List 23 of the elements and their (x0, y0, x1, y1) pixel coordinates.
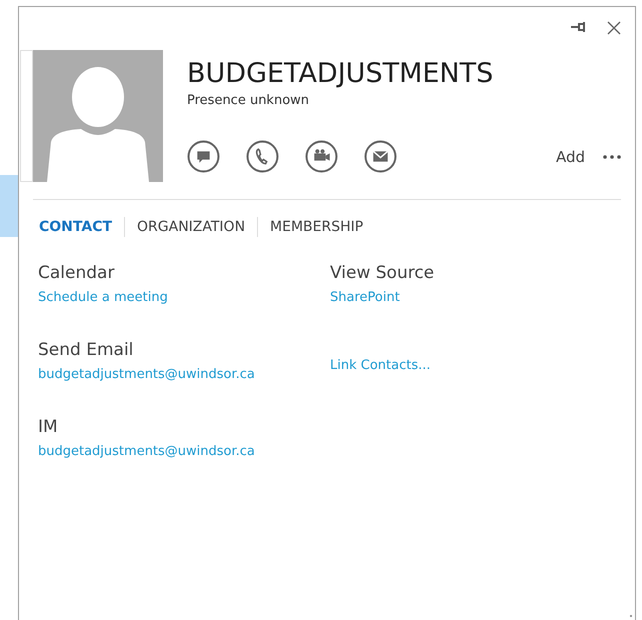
selection-highlight (0, 175, 18, 237)
presence-status: Presence unknown (187, 93, 310, 108)
contact-name: BUDGETADJUSTMENTS (187, 57, 494, 91)
phone-icon[interactable] (246, 140, 279, 173)
field-label: Send Email (38, 339, 134, 362)
link[interactable]: budgetadjustments@uwindsor.ca (38, 365, 255, 385)
field-label: View Source (330, 262, 434, 285)
add-button[interactable]: Add (556, 148, 585, 166)
link[interactable]: Link Contacts... (330, 356, 431, 376)
more-icon[interactable] (603, 154, 621, 158)
close-icon[interactable] (607, 21, 621, 35)
tab[interactable]: MEMBERSHIP (257, 217, 376, 237)
pin-icon[interactable] (571, 21, 587, 33)
field-label: IM (38, 416, 58, 439)
chat-bubble-icon[interactable] (187, 140, 220, 173)
field-label: Calendar (38, 262, 114, 285)
link[interactable]: budgetadjustments@uwindsor.ca (38, 442, 255, 462)
tab[interactable]: ORGANIZATION (124, 217, 258, 237)
link[interactable]: SharePoint (330, 288, 400, 308)
tab[interactable]: CONTACT (39, 217, 124, 237)
envelope-icon[interactable] (364, 140, 397, 173)
link[interactable]: Schedule a meeting (38, 288, 168, 308)
video-camera-icon[interactable] (305, 140, 338, 173)
